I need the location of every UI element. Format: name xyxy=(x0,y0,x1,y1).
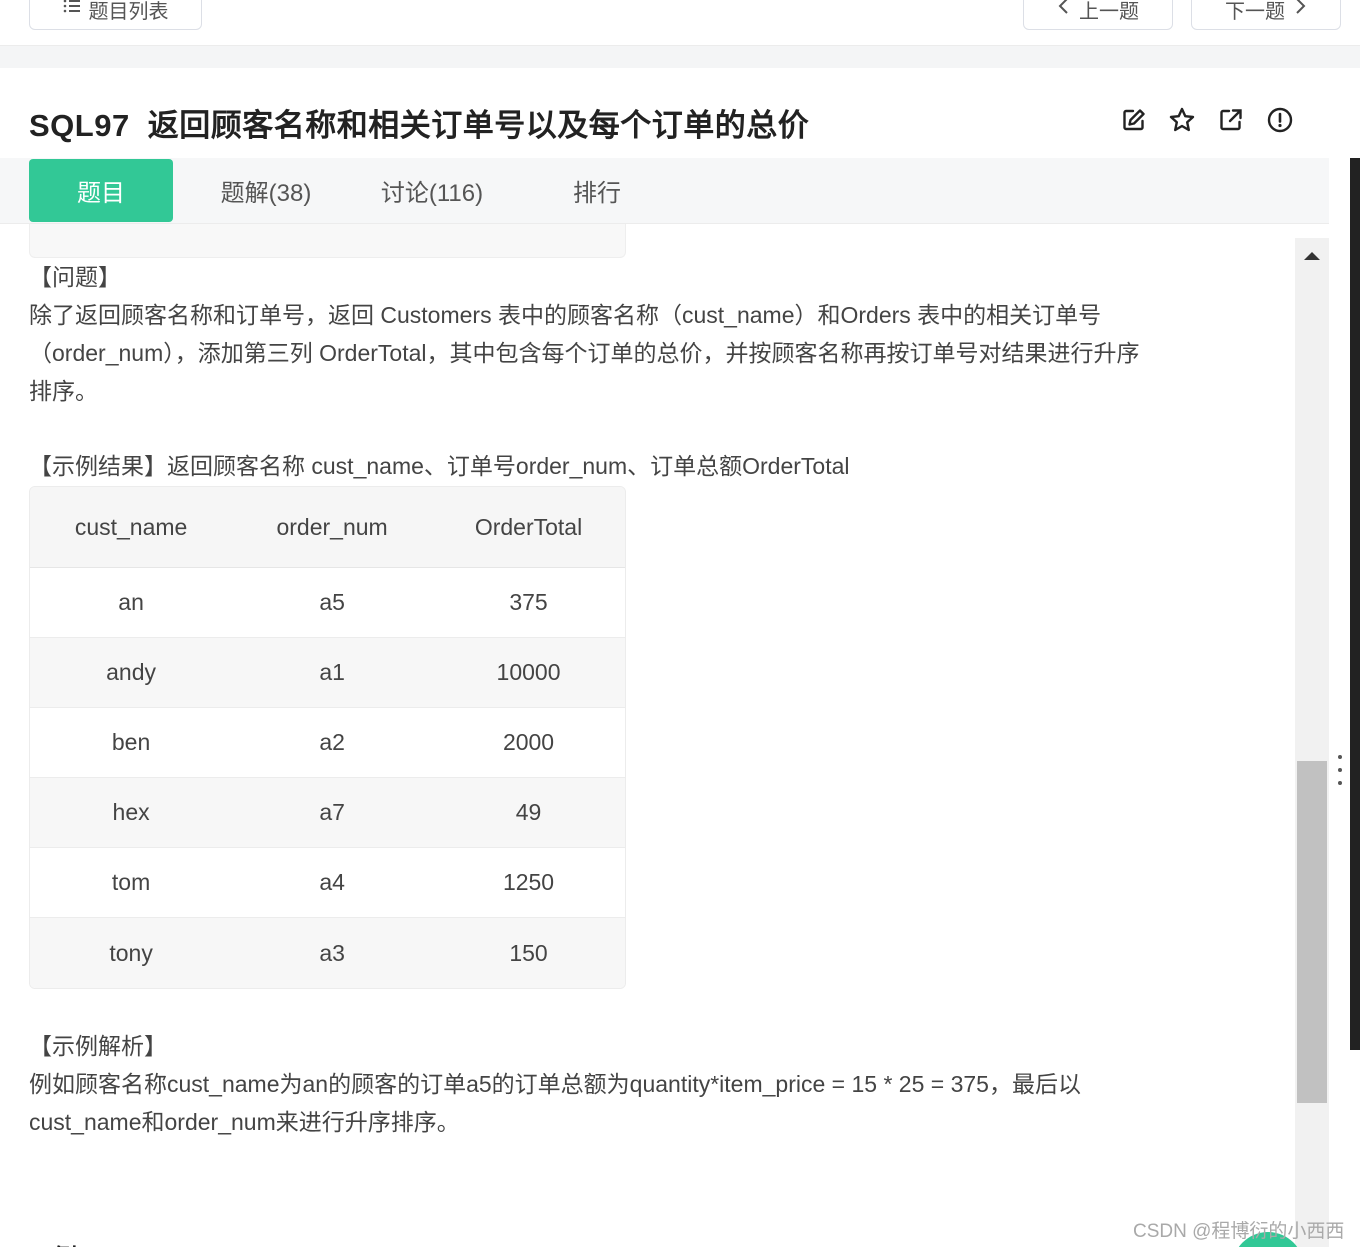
analysis-heading: 【示例解析】 xyxy=(29,1033,167,1059)
edit-icon[interactable] xyxy=(1120,106,1148,134)
chevron-left-icon xyxy=(1057,0,1071,21)
problem-header: SQL97 返回顾客名称和相关订单号以及每个订单的总价 xyxy=(0,68,1329,158)
chevron-right-icon xyxy=(1293,0,1307,21)
scroll-thumb[interactable] xyxy=(1297,761,1327,1103)
table-cell: a3 xyxy=(232,918,433,988)
table-cell: an xyxy=(30,568,233,638)
panel-divider[interactable] xyxy=(1350,158,1360,1050)
page-title: SQL97 返回顾客名称和相关订单号以及每个订单的总价 xyxy=(29,100,809,145)
table-row: an a5 375 xyxy=(30,568,625,638)
content-scrollbar[interactable] xyxy=(1295,238,1329,1247)
analysis-line-2: cust_name和order_num来进行升序排序。 xyxy=(29,1109,460,1135)
next-section-heading: 示例1 xyxy=(29,1238,90,1247)
previous-table-tail xyxy=(29,224,626,258)
table-cell: 1250 xyxy=(432,848,625,918)
prev-problem-label: 上一题 xyxy=(1079,0,1139,23)
table-cell: tony xyxy=(30,918,233,988)
table-header-row: cust_name order_num OrderTotal xyxy=(30,487,625,568)
problem-title: 返回顾客名称和相关订单号以及每个订单的总价 xyxy=(147,108,810,143)
table-cell: a2 xyxy=(232,708,433,778)
table-cell: 49 xyxy=(432,778,625,848)
tab-problem[interactable]: 题目 xyxy=(29,159,173,222)
scroll-up-arrow-icon[interactable] xyxy=(1304,252,1320,260)
problem-code: SQL97 xyxy=(29,108,130,143)
table-cell: 375 xyxy=(432,568,625,638)
table-row: tony a3 150 xyxy=(30,918,625,988)
question-line-2: （order_num），添加第三列 OrderTotal，其中包含每个订单的总价… xyxy=(29,340,1140,366)
problem-content: 【问题】 除了返回顾客名称和订单号，返回 Customers 表中的顾客名称（c… xyxy=(0,224,1295,1247)
column-header: order_num xyxy=(232,487,433,568)
table-cell: a5 xyxy=(232,568,433,638)
next-problem-label: 下一题 xyxy=(1225,0,1285,23)
question-heading: 【问题】 xyxy=(29,264,121,290)
table-cell: a7 xyxy=(232,778,433,848)
table-cell: tom xyxy=(30,848,233,918)
next-problem-button[interactable]: 下一题 xyxy=(1191,0,1341,30)
question-line-3: 排序。 xyxy=(29,378,98,404)
problem-tabs: 题目 题解(38) 讨论(116) 排行 xyxy=(0,158,1329,224)
problem-list-label: 题目列表 xyxy=(88,0,169,23)
separator xyxy=(0,46,1360,68)
star-icon[interactable] xyxy=(1168,106,1196,134)
table-cell: hex xyxy=(30,778,233,848)
table-row: tom a4 1250 xyxy=(30,848,625,918)
prev-problem-button[interactable]: 上一题 xyxy=(1023,0,1173,30)
column-header: cust_name xyxy=(30,487,233,568)
table-cell: ben xyxy=(30,708,233,778)
table-cell: 150 xyxy=(432,918,625,988)
report-icon[interactable] xyxy=(1266,106,1294,134)
tab-discussion[interactable]: 讨论(116) xyxy=(358,159,506,222)
table-row: hex a7 49 xyxy=(30,778,625,848)
problem-list-button[interactable]: 题目列表 xyxy=(29,0,202,30)
tab-ranking[interactable]: 排行 xyxy=(540,159,654,222)
tab-solutions[interactable]: 题解(38) xyxy=(196,159,336,222)
table-row: ben a2 2000 xyxy=(30,708,625,778)
watermark: CSDN @程博衍的小西西 xyxy=(1133,1221,1345,1242)
more-vertical-icon[interactable] xyxy=(1335,755,1345,785)
analysis-line-1: 例如顾客名称cust_name为an的顾客的订单a5的订单总额为quantity… xyxy=(29,1071,1081,1097)
table-cell: a4 xyxy=(232,848,433,918)
table-cell: a1 xyxy=(232,638,433,708)
column-header: OrderTotal xyxy=(432,487,625,568)
table-cell: andy xyxy=(30,638,233,708)
list-icon xyxy=(63,0,81,21)
example-result-table: cust_name order_num OrderTotal an a5 375… xyxy=(29,486,626,989)
table-cell: 2000 xyxy=(432,708,625,778)
example-heading: 【示例结果】返回顾客名称 cust_name、订单号order_num、订单总额… xyxy=(29,453,850,479)
question-line-1: 除了返回顾客名称和订单号，返回 Customers 表中的顾客名称（cust_n… xyxy=(29,302,1102,328)
table-row: andy a1 10000 xyxy=(30,638,625,708)
top-nav-bar: 题目列表 上一题 下一题 xyxy=(0,0,1360,46)
table-cell: 10000 xyxy=(432,638,625,708)
external-link-icon[interactable] xyxy=(1217,106,1245,134)
